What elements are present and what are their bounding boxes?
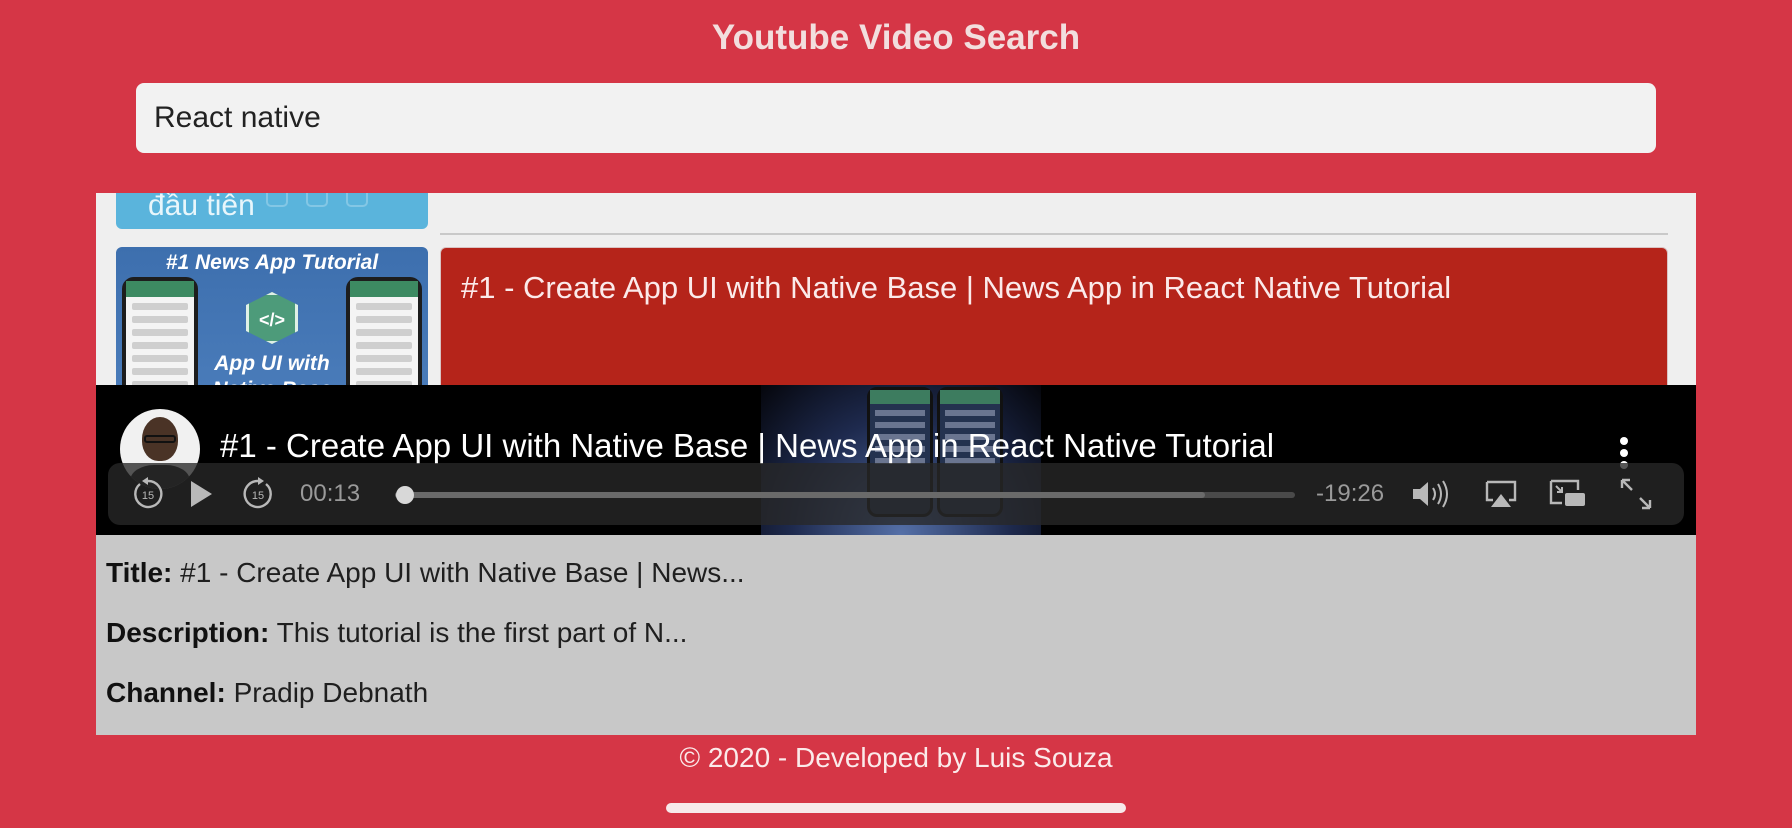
forward-15-icon[interactable]: 15 bbox=[240, 476, 276, 512]
app-icon bbox=[266, 193, 288, 207]
phone-mockup bbox=[346, 277, 422, 385]
video-player[interactable]: #1 - Create App UI with Native Base | Ne… bbox=[96, 385, 1696, 535]
thumbnail-caption: đầu tiên bbox=[148, 193, 255, 222]
volume-icon[interactable] bbox=[1410, 476, 1454, 512]
detail-title: Title: #1 - Create App UI with Native Ba… bbox=[106, 557, 745, 589]
skip-back-seconds: 15 bbox=[142, 490, 154, 502]
picture-in-picture-icon[interactable] bbox=[1548, 476, 1588, 512]
results-list: đầu tiên #1 News App Tutorial </> App UI… bbox=[96, 193, 1696, 385]
detail-channel-value: Pradip Debnath bbox=[233, 677, 429, 708]
search-input[interactable] bbox=[136, 83, 1656, 153]
detail-title-value: #1 - Create App UI with Native Base | Ne… bbox=[180, 557, 745, 588]
video-title: #1 - Create App UI with Native Base | Ne… bbox=[461, 270, 1452, 305]
detail-description: Description: This tutorial is the first … bbox=[106, 617, 687, 649]
thumbnail-heading: #1 News App Tutorial bbox=[165, 251, 379, 274]
player-video-title[interactable]: #1 - Create App UI with Native Base | Ne… bbox=[220, 427, 1274, 465]
video-details-panel: Title: #1 - Create App UI with Native Ba… bbox=[96, 535, 1696, 735]
skip-forward-seconds: 15 bbox=[252, 490, 264, 502]
page-title: Youtube Video Search bbox=[711, 18, 1081, 57]
remaining-time: -19:26 bbox=[1316, 480, 1385, 507]
code-icon: </> bbox=[246, 292, 298, 344]
detail-description-label: Description: bbox=[106, 617, 270, 648]
buffered-bar bbox=[395, 492, 1205, 498]
detail-title-label: Title: bbox=[106, 557, 173, 588]
airplay-icon[interactable] bbox=[1483, 476, 1519, 512]
video-thumbnail[interactable]: đầu tiên bbox=[116, 193, 428, 229]
elapsed-time: 00:13 bbox=[300, 480, 361, 507]
detail-channel-label: Channel: bbox=[106, 677, 226, 708]
detail-description-value: This tutorial is the first part of N... bbox=[276, 617, 688, 648]
app-icon bbox=[306, 193, 328, 207]
video-list-item-selected[interactable]: #1 - Create App UI with Native Base | Ne… bbox=[440, 247, 1668, 385]
list-divider bbox=[440, 233, 1668, 235]
play-icon[interactable] bbox=[186, 476, 216, 512]
progress-knob[interactable] bbox=[395, 486, 414, 504]
footer-copyright: © 2020 - Developed by Luis Souza bbox=[679, 742, 1113, 773]
video-thumbnail-selected[interactable]: #1 News App Tutorial </> App UI with Nat… bbox=[116, 247, 428, 385]
home-indicator[interactable] bbox=[666, 803, 1126, 813]
app-icon bbox=[346, 193, 368, 207]
progress-slider[interactable] bbox=[395, 486, 1295, 504]
thumbnail-subtitle: App UI with Native Base bbox=[212, 352, 331, 385]
phone-mockup bbox=[122, 277, 198, 385]
fullscreen-icon[interactable] bbox=[1618, 476, 1654, 512]
detail-channel: Channel: Pradip Debnath bbox=[106, 677, 428, 709]
replay-15-icon[interactable]: 15 bbox=[130, 476, 166, 512]
player-controls: 15 15 00:13 -19:26 bbox=[108, 463, 1684, 525]
